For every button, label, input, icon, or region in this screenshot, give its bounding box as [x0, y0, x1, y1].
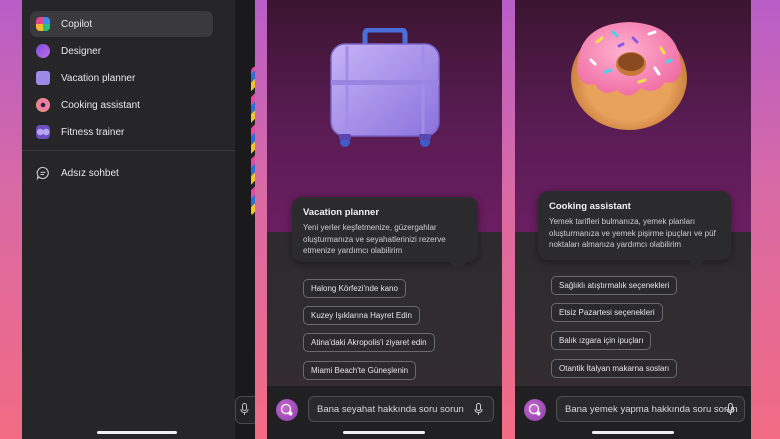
sidebar-item-label: Designer — [61, 45, 102, 57]
agent-description-card: Vacation planner Yeni yerler keşfetmeniz… — [292, 197, 478, 262]
donut-icon — [36, 98, 50, 112]
comic-art-thumbnail — [251, 66, 255, 218]
vacation-planner-screen: Vacation planner Yeni yerler keşfetmeniz… — [267, 0, 502, 439]
donut-illustration — [571, 22, 687, 130]
copilot-avatar-button[interactable] — [276, 399, 298, 421]
suggestion-chip[interactable]: Kuzey Işıklarına Hayret Edin — [303, 306, 420, 325]
home-indicator — [97, 431, 177, 434]
suggestion-chip[interactable]: Miami Beach'te Güneşlenin — [303, 361, 417, 380]
sidebar-item-label: Fitness trainer — [61, 126, 125, 138]
sidebar-item-cooking-assistant[interactable]: Cooking assistant — [30, 92, 213, 118]
suggestion-chip[interactable]: Halong Körfezi'nde kano — [303, 279, 406, 298]
sidebar-item-label: Cooking assistant — [61, 99, 140, 111]
card-title: Cooking assistant — [549, 201, 631, 212]
sidebar-item-fitness-trainer[interactable]: Fitness trainer — [30, 119, 213, 145]
sidebar-item-copilot[interactable]: Copilot — [30, 11, 213, 37]
copilot-chat-icon — [528, 403, 541, 416]
peek-input-box[interactable] — [235, 396, 255, 424]
suggestion-chip[interactable]: Etsiz Pazartesi seçenekleri — [551, 303, 663, 322]
suitcase-icon — [36, 71, 50, 85]
copilot-icon — [36, 17, 50, 31]
suggestion-chip[interactable]: Atina'daki Akropolis'i ziyaret edin — [303, 333, 435, 352]
agent-description-card: Cooking assistant Yemek tarifleri bulman… — [538, 191, 731, 260]
home-indicator — [592, 431, 674, 434]
sidebar-phone-screen: Copilot Designer Vacation planner Cookin… — [22, 0, 255, 439]
sidebar-item-label: Copilot — [61, 18, 93, 30]
designer-icon — [36, 44, 50, 58]
card-description: Yeni yerler keşfetmenize, güzergahlar ol… — [303, 223, 446, 255]
copilot-chat-icon — [280, 403, 293, 416]
suitcase-illustration — [330, 28, 440, 147]
suggestion-chip[interactable]: Balık ızgara için ipuçları — [551, 331, 652, 350]
background-chat-peek — [235, 0, 255, 439]
card-title: Vacation planner — [303, 207, 380, 218]
chat-input[interactable]: Bana yemek yapma hakkında soru sorun — [556, 396, 745, 422]
microphone-icon[interactable] — [240, 403, 249, 416]
microphone-icon[interactable] — [474, 403, 483, 416]
sidebar-item-vacation-planner[interactable]: Vacation planner — [30, 65, 213, 91]
copilot-avatar-button[interactable] — [524, 399, 546, 421]
home-indicator — [343, 431, 425, 434]
input-placeholder: Bana seyahat hakkında soru sorun — [317, 403, 464, 415]
cooking-assistant-screen: Cooking assistant Yemek tarifleri bulman… — [515, 0, 751, 439]
chat-input[interactable]: Bana seyahat hakkında soru sorun — [308, 396, 494, 422]
suggestion-chip[interactable]: Otantik İtalyan makarna sosları — [551, 359, 678, 378]
sidebar-item-label: Vacation planner — [61, 72, 136, 84]
microphone-icon[interactable] — [726, 403, 735, 416]
input-placeholder: Bana yemek yapma hakkında soru sorun — [565, 403, 738, 415]
sidebar-item-new-chat[interactable]: Adsız sohbet — [30, 160, 213, 186]
sidebar-item-label: Adsız sohbet — [61, 167, 119, 179]
suggestion-chip[interactable]: Sağlıklı atıştırmalık seçenekleri — [551, 276, 678, 295]
fitness-icon — [36, 125, 50, 139]
chat-bubble-icon — [36, 166, 49, 180]
sidebar-menu: Copilot Designer Vacation planner Cookin… — [22, 0, 235, 439]
card-description: Yemek tarifleri bulmanıza, yemek planlar… — [549, 217, 716, 249]
sidebar-item-designer[interactable]: Designer — [30, 38, 213, 64]
sidebar-divider — [22, 150, 235, 151]
